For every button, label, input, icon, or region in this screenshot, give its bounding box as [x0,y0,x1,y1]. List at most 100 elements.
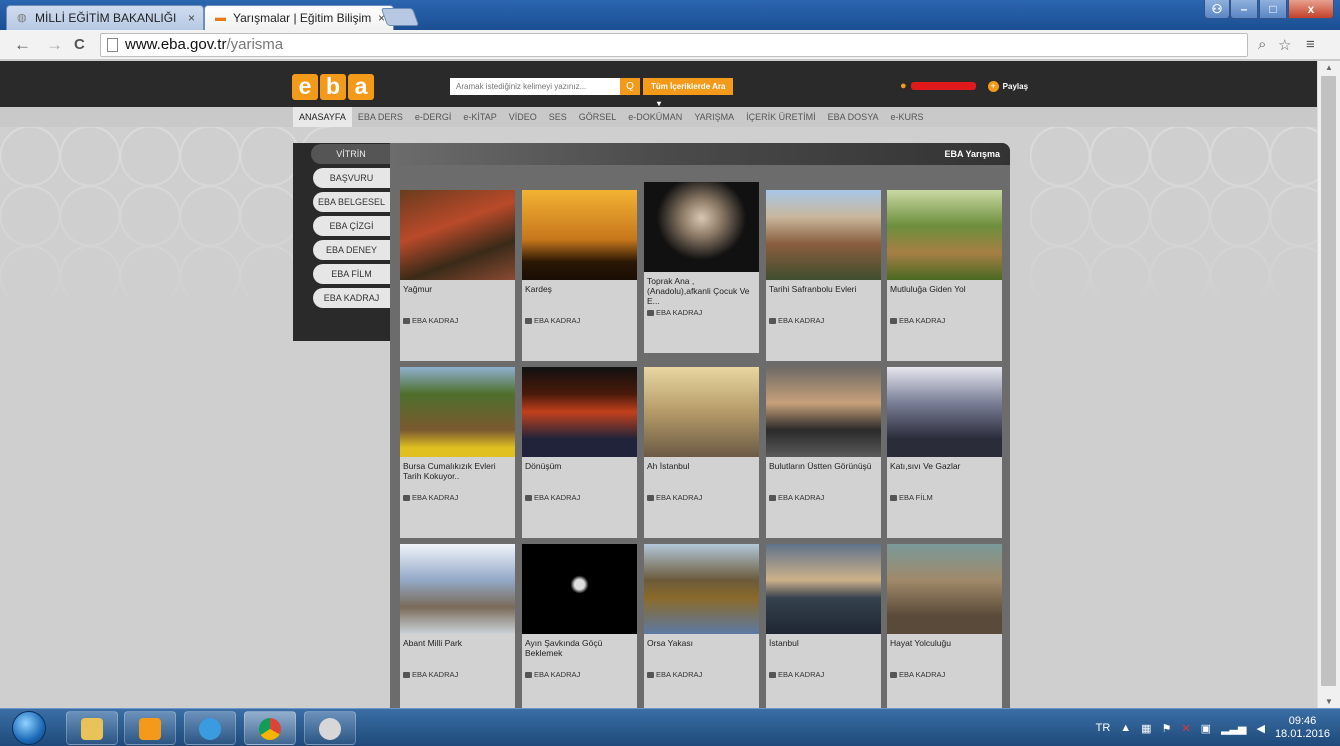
taskbar-explorer[interactable] [66,711,118,745]
card-title[interactable]: Orsa Yakası [647,638,757,648]
card-thumbnail[interactable] [766,544,881,634]
scrollbar-thumb[interactable] [1321,76,1336,686]
card-thumbnail[interactable] [644,367,759,457]
competition-card[interactable]: Yağmur EBA KADRAJ [400,190,515,361]
taskbar-chrome[interactable] [244,711,296,745]
side-menu-item[interactable]: EBA ÇİZGİ [313,216,390,236]
competition-card[interactable]: Katı,sıvı Ve Gazlar EBA FİLM [887,367,1002,538]
nav-item[interactable]: ANASAYFA [293,107,352,127]
competition-card[interactable]: Ayın Şavkında Göçü Beklemek EBA KADRAJ [522,544,637,708]
nav-item[interactable]: e-KİTAP [457,107,502,127]
competition-card[interactable]: Toprak Ana , (Anadolu),afkanli Çocuk Ve … [644,182,759,353]
nav-item[interactable]: GÖRSEL [573,107,623,127]
taskbar-paint[interactable] [304,711,356,745]
card-thumbnail[interactable] [522,544,637,634]
card-thumbnail[interactable] [887,367,1002,457]
minimize-button[interactable]: – [1230,0,1258,19]
card-title[interactable]: Tarihi Safranbolu Evleri [769,284,879,294]
nav-item[interactable]: YARIŞMA [688,107,740,127]
page-scrollbar[interactable]: ▲ ▼ [1317,61,1340,708]
card-title[interactable]: Bursa Cumalıkızık Evleri Tarih Kokuyor.. [403,461,513,481]
card-thumbnail[interactable] [766,190,881,280]
card-thumbnail[interactable] [644,182,759,272]
scroll-up-icon[interactable]: ▲ [1325,63,1333,72]
language-indicator[interactable]: TR [1096,722,1111,734]
signal-icon[interactable]: ▂▃▅ [1221,722,1246,735]
card-thumbnail[interactable] [644,544,759,634]
card-thumbnail[interactable] [887,190,1002,280]
scroll-down-icon[interactable]: ▼ [1325,697,1333,706]
tray-expand-icon[interactable]: ▲ [1120,722,1131,734]
card-title[interactable]: Katı,sıvı Ve Gazlar [890,461,1000,471]
search-scope-dropdown[interactable]: Tüm İçeriklerde Ara ▾ [643,78,733,108]
nav-item[interactable]: EBA DOSYA [822,107,885,127]
eba-logo[interactable]: e b a [292,74,374,100]
competition-card[interactable]: Dönüşüm EBA KADRAJ [522,367,637,538]
card-thumbnail[interactable] [766,367,881,457]
card-title[interactable]: Dönüşüm [525,461,635,471]
profile-icon[interactable]: ⚇ [1204,0,1230,19]
card-thumbnail[interactable] [887,544,1002,634]
competition-card[interactable]: Ah İstanbul EBA KADRAJ [644,367,759,538]
bookmark-star-icon[interactable]: ☆ [1278,36,1291,54]
competition-card[interactable]: Bursa Cumalıkızık Evleri Tarih Kokuyor..… [400,367,515,538]
competition-card[interactable]: Orsa Yakası EBA KADRAJ [644,544,759,708]
windows-flag-icon[interactable]: ▦ [1141,722,1151,735]
card-title[interactable]: Abant Milli Park [403,638,513,648]
competition-card[interactable]: Bulutların Üstten Görünüşü EBA KADRAJ [766,367,881,538]
side-menu-vitrin[interactable]: VİTRİN [311,144,391,164]
nav-item[interactable]: EBA DERS [352,107,409,127]
close-tab-icon[interactable]: × [188,6,195,30]
card-title[interactable]: Toprak Ana , (Anadolu),afkanli Çocuk Ve … [647,276,757,306]
search-button[interactable]: Q [620,78,640,95]
side-menu-item[interactable]: EBA FİLM [313,264,390,284]
tab-yarismalar[interactable]: ▬ Yarışmalar | Eğitim Bilişim × [204,5,394,30]
taskbar-media[interactable] [124,711,176,745]
competition-card[interactable]: Kardeş EBA KADRAJ [522,190,637,361]
user-name-redacted[interactable] [910,82,976,90]
card-thumbnail[interactable] [400,190,515,280]
menu-icon[interactable]: ≡ [1306,36,1315,53]
competition-card[interactable]: İstanbul EBA KADRAJ [766,544,881,708]
competition-card[interactable]: Abant Milli Park EBA KADRAJ [400,544,515,708]
volume-icon[interactable]: ◀ [1256,722,1264,735]
nav-item[interactable]: e-KURS [885,107,930,127]
reload-button[interactable]: C [74,36,85,53]
card-thumbnail[interactable] [400,544,515,634]
card-title[interactable]: Ah İstanbul [647,461,757,471]
network-error-icon[interactable]: ✕ [1181,722,1190,735]
back-button[interactable]: ← [14,35,31,55]
card-title[interactable]: Yağmur [403,284,513,294]
device-icon[interactable]: ▣ [1201,722,1211,735]
card-title[interactable]: Bulutların Üstten Görünüşü [769,461,879,471]
maximize-button[interactable]: □ [1259,0,1287,19]
card-title[interactable]: Mutluluğa Giden Yol [890,284,1000,294]
competition-card[interactable]: Tarihi Safranbolu Evleri EBA KADRAJ [766,190,881,361]
card-title[interactable]: Hayat Yolculuğu [890,638,1000,648]
forward-button[interactable]: → [46,35,63,55]
side-menu-item[interactable]: BAŞVURU [313,168,390,188]
clock[interactable]: 09:46 18.01.2016 [1275,715,1330,741]
card-title[interactable]: İstanbul [769,638,879,648]
card-thumbnail[interactable] [400,367,515,457]
share-button[interactable]: Paylaş [1003,82,1028,91]
card-thumbnail[interactable] [522,190,637,280]
card-thumbnail[interactable] [522,367,637,457]
start-button[interactable] [12,711,46,745]
nav-item[interactable]: SES [543,107,573,127]
address-bar[interactable]: www.eba.gov.tr/yarisma [100,33,1248,57]
close-window-button[interactable]: x [1288,0,1334,19]
competition-card[interactable]: Hayat Yolculuğu EBA KADRAJ [887,544,1002,708]
side-menu-item[interactable]: EBA KADRAJ [313,288,390,308]
taskbar-ie[interactable] [184,711,236,745]
side-menu-item[interactable]: EBA DENEY [313,240,390,260]
side-menu-item[interactable]: EBA BELGESEL [313,192,390,212]
nav-item[interactable]: e-DERGİ [409,107,458,127]
card-title[interactable]: Ayın Şavkında Göçü Beklemek [525,638,635,658]
nav-item[interactable]: İÇERİK ÜRETİMİ [740,107,822,127]
competition-card[interactable]: Mutluluğa Giden Yol EBA KADRAJ [887,190,1002,361]
tab-meb[interactable]: ◍ MİLLİ EĞİTİM BAKANLIĞI × [6,5,204,30]
new-tab-button[interactable] [380,8,420,26]
search-input[interactable] [450,78,620,95]
nav-item[interactable]: e-DOKÜMAN [622,107,688,127]
